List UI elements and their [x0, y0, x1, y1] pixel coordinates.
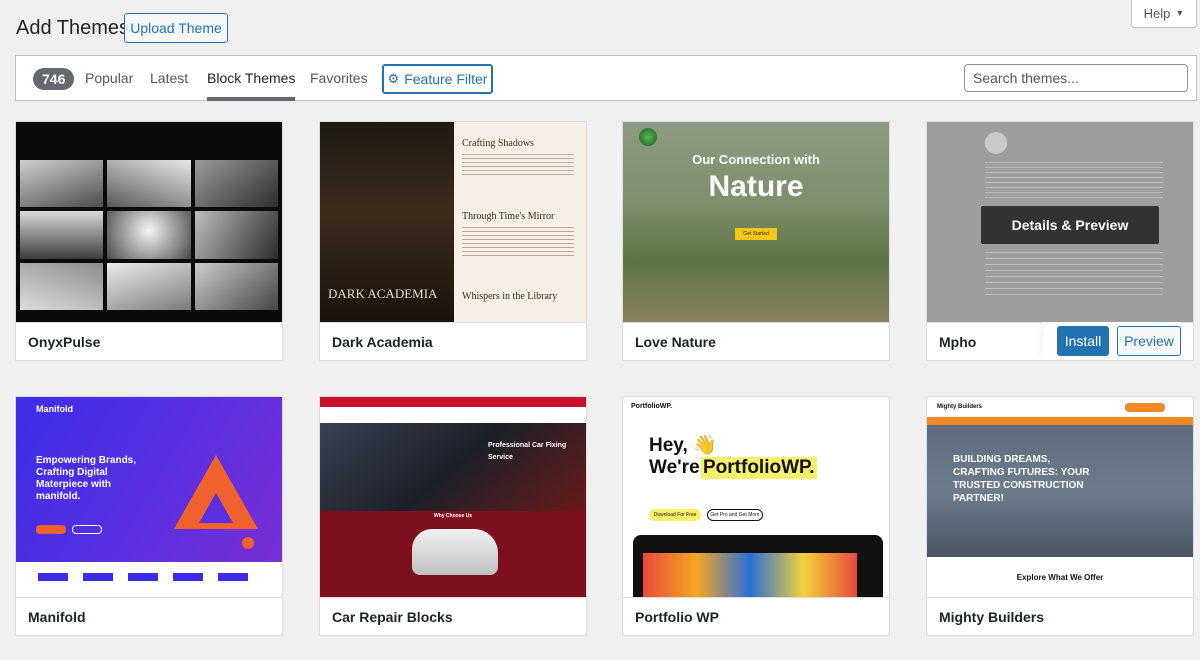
theme-card-onyxpulse[interactable]: OnyxPulse — [15, 121, 283, 361]
hero-headline: Empowering Brands, Crafting Digital Mate… — [36, 455, 137, 502]
preview-button[interactable]: Preview — [1117, 326, 1181, 356]
theme-card-car-repair[interactable]: Professional Car Fixing Service Why Choo… — [319, 396, 587, 636]
wordmark: DARK ACADEMIA — [328, 286, 438, 301]
theme-card-love-nature[interactable]: Our Connection with Nature Get Started L… — [622, 121, 890, 361]
theme-actions: Install Preview — [1043, 322, 1181, 360]
hero-headline: BUILDING DREAMS, CRAFTING FUTURES: YOUR … — [953, 454, 1090, 504]
hero-line-2: Nature — [708, 170, 804, 203]
post-heading: Crafting Shadows — [462, 138, 534, 149]
text-lines — [462, 227, 574, 257]
text-lines — [462, 154, 574, 178]
header-button — [1125, 403, 1165, 412]
thumbnail — [107, 262, 191, 310]
tab-favorites[interactable]: Favorites — [310, 70, 368, 86]
theme-screenshot: Professional Car Fixing Service Why Choo… — [320, 397, 586, 597]
theme-card-mpho[interactable]: Details & Preview Mpho Install Preview — [926, 121, 1194, 361]
install-button[interactable]: Install — [1057, 326, 1109, 356]
theme-card-mighty-builders[interactable]: Mighty Builders BUILDING DREAMS, CRAFTIN… — [926, 396, 1194, 636]
theme-name: Car Repair Blocks — [320, 597, 586, 635]
thumbnail — [20, 262, 104, 310]
avatar — [985, 132, 1007, 154]
nav-bar — [927, 417, 1193, 425]
thumbnail — [194, 262, 278, 310]
theme-screenshot: DARK ACADEMIA Crafting Shadows Through T… — [320, 122, 586, 322]
feature-filter-label: Feature Filter — [404, 71, 488, 87]
logo: Manifold — [36, 404, 73, 414]
theme-name: OnyxPulse — [16, 322, 282, 360]
hero-image — [320, 423, 586, 511]
page-title: Add Themes — [16, 17, 130, 39]
text-lines — [985, 252, 1163, 297]
logo: Mighty Builders — [937, 404, 983, 410]
theme-filter-bar: 746 Popular Latest Block Themes Favorite… — [15, 55, 1197, 101]
thumbnail — [20, 160, 104, 208]
hero-were: We're — [649, 457, 700, 478]
theme-screenshot: Manifold Empowering Brands, Crafting Dig… — [16, 397, 282, 597]
theme-screenshot: Our Connection with Nature Get Started — [623, 122, 889, 322]
thumbnail-grid — [20, 160, 278, 310]
theme-card-manifold[interactable]: Manifold Empowering Brands, Crafting Dig… — [15, 396, 283, 636]
theme-card-portfolio-wp[interactable]: PortfolioWP. Hey, 👋 We're PortfolioWP. D… — [622, 396, 890, 636]
theme-screenshot — [16, 122, 282, 322]
theme-screenshot: Details & Preview — [927, 122, 1193, 322]
feature-filter-button[interactable]: ⚙ Feature Filter — [382, 64, 493, 94]
theme-name: Dark Academia — [320, 322, 586, 360]
pro-button: Get Pro and Get More — [707, 509, 763, 521]
tab-block-themes[interactable]: Block Themes — [207, 70, 296, 101]
thumbnail — [20, 211, 104, 259]
download-button: Download For Free — [649, 509, 701, 521]
theme-count-badge: 746 — [33, 68, 75, 90]
logo: PortfolioWP. — [631, 403, 673, 410]
theme-name: Portfolio WP — [623, 597, 889, 635]
hero-brand: PortfolioWP. — [701, 457, 817, 479]
theme-name: Manifold — [16, 597, 282, 635]
cta-button — [36, 525, 66, 534]
section-title: Explore What We Offer — [1016, 573, 1104, 582]
hero-line-1: Our Connection with — [692, 152, 820, 167]
nav-bar — [320, 407, 586, 423]
help-button[interactable]: Help ▼ — [1131, 0, 1197, 28]
gear-icon: ⚙ — [387, 71, 400, 86]
section-title: Why Choose Us — [433, 513, 473, 519]
text-lines — [985, 162, 1163, 202]
globe-logo-icon — [639, 128, 657, 146]
circle-shape — [242, 537, 254, 549]
theme-screenshot: Mighty Builders BUILDING DREAMS, CRAFTIN… — [927, 397, 1193, 597]
hero-line-1: Professional Car Fixing — [488, 442, 567, 449]
top-bar — [320, 397, 586, 407]
tab-popular[interactable]: Popular — [85, 70, 133, 86]
post-heading: Through Time's Mirror — [462, 211, 555, 222]
hero-line-2: Service — [488, 454, 513, 461]
search-themes-input[interactable] — [964, 64, 1188, 92]
thumbnail — [194, 211, 278, 259]
help-label: Help — [1143, 5, 1171, 21]
post-heading: Whispers in the Library — [462, 291, 558, 302]
car-image — [412, 529, 498, 575]
cta-button: Get Started — [735, 228, 777, 240]
thumbnail — [107, 211, 191, 259]
theme-name: Mighty Builders — [927, 597, 1193, 635]
tab-latest[interactable]: Latest — [150, 70, 188, 86]
secondary-button — [72, 525, 102, 534]
client-logos — [38, 573, 260, 581]
hero-greeting: Hey, 👋 — [649, 435, 717, 456]
theme-screenshot: PortfolioWP. Hey, 👋 We're PortfolioWP. D… — [623, 397, 889, 597]
theme-card-dark-academia[interactable]: DARK ACADEMIA Crafting Shadows Through T… — [319, 121, 587, 361]
theme-name: Love Nature — [623, 322, 889, 360]
details-preview-overlay[interactable]: Details & Preview — [981, 206, 1159, 244]
caret-down-icon: ▼ — [1175, 8, 1185, 18]
upload-theme-button[interactable]: Upload Theme — [124, 13, 228, 43]
thumbnail — [107, 160, 191, 208]
thumbnail — [194, 160, 278, 208]
triangle-cutout — [199, 493, 233, 523]
artwork-image — [643, 553, 857, 597]
